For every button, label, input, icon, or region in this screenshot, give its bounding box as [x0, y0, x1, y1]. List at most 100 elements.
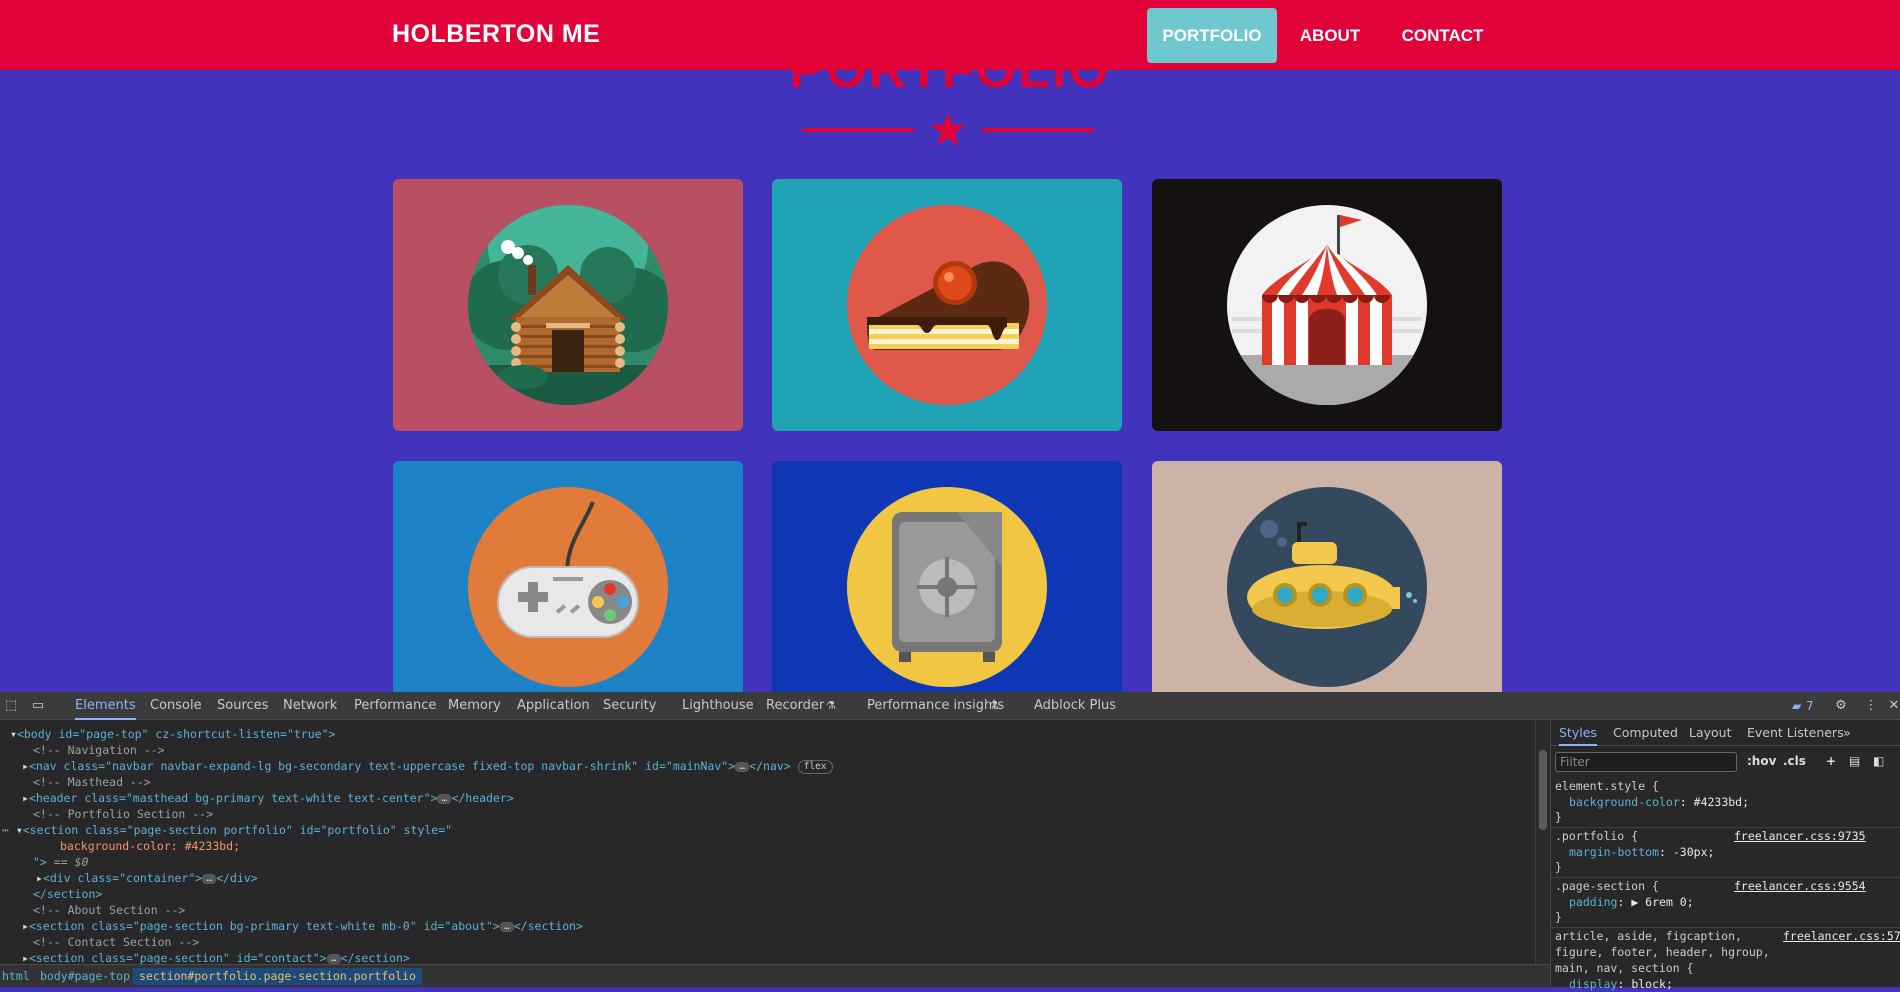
styles-pane: Styles Computed Layout Event Listeners »…	[1550, 720, 1900, 991]
dom-section-text: <section class="page-section portfolio" …	[22, 823, 453, 837]
devtools-tabbar: ⬚ ▭ Elements Console Sources Network Per…	[0, 692, 1900, 720]
submarine-icon	[1227, 487, 1427, 687]
elements-dom-tree: ▾<body id="page-top" cz-shortcut-listen=…	[0, 720, 1535, 964]
dom-node-body[interactable]: ▾<body id="page-top" cz-shortcut-listen=…	[10, 726, 335, 742]
tab-network[interactable]: Network	[283, 692, 337, 720]
tab-application[interactable]: Application	[517, 692, 590, 720]
portfolio-item-submarine[interactable]	[1152, 461, 1502, 692]
prop-name: background-color	[1569, 795, 1680, 809]
dom-node-header[interactable]: ▸<header class="masthead bg-primary text…	[22, 790, 514, 806]
rule-close: }	[1555, 910, 1562, 924]
issues-count[interactable]: 7	[1806, 692, 1814, 720]
close-icon[interactable]: ✕	[1886, 698, 1900, 714]
dom-node-container[interactable]: ▸<div class="container">… </div>	[36, 870, 258, 886]
dom-section-end-text: ">	[33, 855, 47, 869]
dom-comment[interactable]: <!-- Navigation -->	[33, 742, 165, 758]
ellipsis-icon[interactable]: …	[499, 921, 514, 932]
dom-comment-text: <!-- Contact Section -->	[33, 935, 200, 949]
dom-comment[interactable]: <!-- Portfolio Section -->	[33, 806, 213, 822]
device-toolbar-icon[interactable]: ▭	[30, 698, 46, 714]
dom-div-close: </div>	[216, 871, 258, 885]
breadcrumb-html[interactable]: html	[2, 968, 30, 985]
tab-security[interactable]: Security	[603, 692, 656, 720]
rule-selector: .portfolio {	[1555, 829, 1639, 843]
class-toggle[interactable]: .cls	[1783, 754, 1806, 768]
scrollbar-thumb[interactable]	[1539, 750, 1547, 830]
tab-styles[interactable]: Styles	[1559, 720, 1597, 746]
prop-value[interactable]: block;	[1631, 977, 1673, 991]
tab-adblock-plus[interactable]: Adblock Plus	[1034, 692, 1116, 720]
ellipsis-icon[interactable]: …	[437, 793, 452, 804]
nav-link-portfolio[interactable]: PORTFOLIO	[1147, 8, 1277, 63]
hover-state-toggle[interactable]: :hov	[1747, 754, 1776, 768]
portfolio-item-cake[interactable]	[772, 179, 1122, 431]
tab-computed[interactable]: Computed	[1613, 720, 1678, 746]
sidebar-toggle-icon[interactable]: ◧	[1873, 754, 1884, 768]
rule-selector: element.style {	[1555, 779, 1659, 793]
main-navbar: HOLBERTON ME PORTFOLIO ABOUT CONTACT	[0, 0, 1900, 70]
tab-lighthouse[interactable]: Lighthouse	[682, 692, 754, 720]
safe-icon	[847, 487, 1047, 687]
rule-selector: article, aside, figcaption,	[1555, 929, 1742, 943]
rule-selector-line-2: figure, footer, header, hgroup,	[1555, 945, 1770, 959]
more-options-icon[interactable]: ⋮	[1863, 698, 1879, 714]
paint-icon[interactable]: ▤	[1849, 754, 1860, 768]
dom-body-text: <body id="page-top" cz-shortcut-listen="…	[16, 727, 336, 741]
dom-node-section-contact[interactable]: ▸<section class="page-section" id="conta…	[22, 950, 410, 964]
rule-source-link[interactable]: freelancer.css:9735	[1734, 828, 1866, 844]
tab-sources[interactable]: Sources	[217, 692, 268, 720]
tab-recorder[interactable]: Recorder	[766, 692, 824, 720]
nav-link-about[interactable]: ABOUT	[1290, 8, 1370, 63]
dom-contact-text: <section class="page-section" id="contac…	[28, 951, 327, 964]
ellipsis-icon[interactable]: …	[735, 761, 750, 772]
dom-comment[interactable]: <!-- About Section -->	[33, 902, 185, 918]
rule-source-link[interactable]: freelancer.css:9554	[1734, 878, 1866, 894]
flask-icon: ⚗	[826, 699, 836, 712]
rule-declaration[interactable]: padding: ▶ 6rem 0;	[1569, 894, 1694, 910]
rule-declaration[interactable]: margin-bottom: -30px;	[1569, 844, 1714, 860]
breadcrumb-section[interactable]: section#portfolio.page-section.portfolio	[133, 968, 422, 985]
prop-value[interactable]: ▶ 6rem 0;	[1631, 895, 1693, 909]
tab-elements[interactable]: Elements	[75, 692, 136, 720]
dom-comment[interactable]: <!-- Masthead -->	[33, 774, 151, 790]
breadcrumb-body[interactable]: body#page-top	[40, 968, 130, 985]
more-tabs-icon[interactable]: »	[1843, 720, 1851, 746]
dom-tree-scrollbar[interactable]	[1535, 720, 1549, 964]
ellipsis-icon[interactable]: …	[202, 873, 217, 884]
dom-node-nav[interactable]: ▸<nav class="navbar navbar-expand-lg bg-…	[22, 758, 833, 774]
star-icon	[931, 113, 965, 146]
issues-icon[interactable]: ▰	[1792, 692, 1801, 720]
flex-badge[interactable]: flex	[797, 759, 833, 774]
prop-value[interactable]: -30px;	[1673, 845, 1715, 859]
ellipsis-icon[interactable]: …	[326, 953, 341, 964]
portfolio-item-game-controller[interactable]	[393, 461, 743, 692]
portfolio-item-cabin[interactable]	[393, 179, 743, 431]
tab-event-listeners[interactable]: Event Listeners	[1747, 720, 1844, 746]
brand-logo-link[interactable]: HOLBERTON ME	[392, 20, 600, 49]
inspect-element-icon[interactable]: ⬚	[3, 698, 19, 714]
prop-value[interactable]: #4233bd;	[1694, 795, 1749, 809]
portfolio-item-circus[interactable]	[1152, 179, 1502, 431]
rule-declaration[interactable]: background-color: #4233bd;	[1569, 794, 1749, 810]
rule-close: }	[1555, 810, 1562, 824]
rule-source-link[interactable]: freelancer.css:57	[1783, 928, 1900, 944]
dom-node-section-portfolio[interactable]: ⋯ ▾<section class="page-section portfoli…	[2, 822, 452, 838]
rule-declaration[interactable]: display: block;	[1569, 976, 1673, 992]
dom-nav-close: </nav>	[749, 759, 791, 773]
nav-link-contact[interactable]: CONTACT	[1390, 8, 1495, 63]
flask-icon: ⚗	[989, 699, 999, 712]
tab-console[interactable]: Console	[150, 692, 202, 720]
styles-filter-input[interactable]: Filter	[1555, 752, 1737, 772]
settings-gear-icon[interactable]: ⚙	[1833, 698, 1849, 714]
dom-node-section-about[interactable]: ▸<section class="page-section bg-primary…	[22, 918, 583, 934]
new-rule-icon[interactable]: +	[1826, 754, 1836, 768]
tab-memory[interactable]: Memory	[448, 692, 501, 720]
tab-layout[interactable]: Layout	[1689, 720, 1732, 746]
portfolio-item-safe[interactable]	[772, 461, 1122, 692]
tab-performance-insights[interactable]: Performance insights	[867, 692, 1004, 720]
tab-performance[interactable]: Performance	[354, 692, 436, 720]
dom-comment-text: <!-- About Section -->	[33, 903, 186, 917]
divider-line-right	[982, 128, 1094, 132]
dom-comment[interactable]: <!-- Contact Section -->	[33, 934, 199, 950]
rule-selector-line-3: main, nav, section {	[1555, 961, 1694, 975]
